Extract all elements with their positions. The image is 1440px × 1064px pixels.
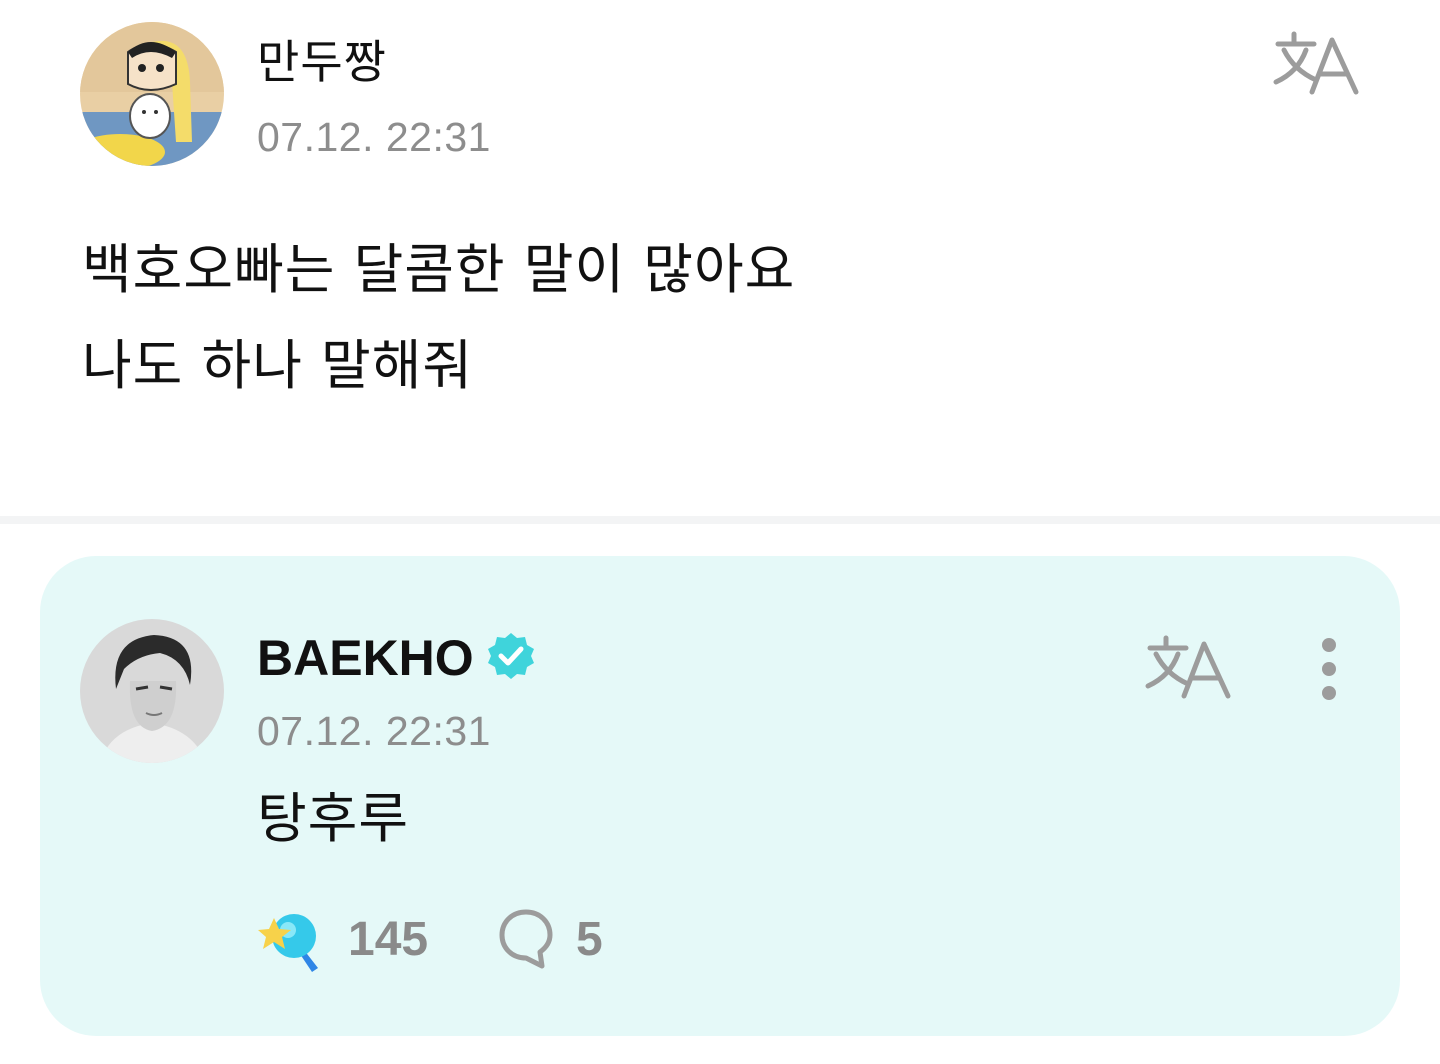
fan-post: 만두짱 07.12. 22:31 백호오빠는 달콤한 말이 많아요 나도 하나 …	[0, 0, 1440, 516]
lightstick-like-icon	[258, 914, 318, 972]
post-body-line: 백호오빠는 달콤한 말이 많아요	[82, 238, 796, 301]
comment-count: 5	[576, 912, 603, 966]
more-vertical-icon	[1322, 686, 1336, 700]
translate-icon	[1145, 635, 1231, 699]
cartoon-character-avatar-icon	[80, 22, 224, 166]
more-vertical-icon	[1322, 638, 1336, 652]
like-count: 145	[348, 912, 429, 966]
more-options-button[interactable]	[1310, 634, 1348, 704]
post-body-line: 나도 하나 말해줘	[82, 334, 474, 397]
more-vertical-icon	[1322, 662, 1336, 676]
reply-author-name[interactable]: BAEKHO	[257, 630, 474, 686]
post-author-name[interactable]: 만두짱	[257, 34, 387, 90]
reply-body: 탕후루	[257, 787, 410, 850]
post-timestamp: 07.12. 22:31	[257, 114, 491, 160]
verified-badge-icon	[486, 631, 536, 681]
comment-bubble-icon	[499, 909, 553, 969]
reply-translate-button[interactable]	[1144, 632, 1234, 702]
comment-button[interactable]: 5	[498, 906, 603, 972]
profile-photo-avatar-icon	[80, 619, 224, 763]
post-body: 백호오빠는 달콤한 말이 많아요 나도 하나 말해줘	[82, 222, 1282, 414]
post-translate-button[interactable]	[1272, 28, 1362, 98]
artist-reply-card: BAEKHO 07.12. 22:31 탕후루 145 5	[40, 556, 1400, 1036]
reply-author-avatar[interactable]	[80, 619, 224, 763]
reply-timestamp: 07.12. 22:31	[257, 708, 491, 754]
post-author-avatar[interactable]	[80, 22, 224, 166]
translate-icon	[1273, 31, 1359, 95]
section-divider	[0, 516, 1440, 524]
like-button[interactable]: 145	[258, 906, 428, 972]
